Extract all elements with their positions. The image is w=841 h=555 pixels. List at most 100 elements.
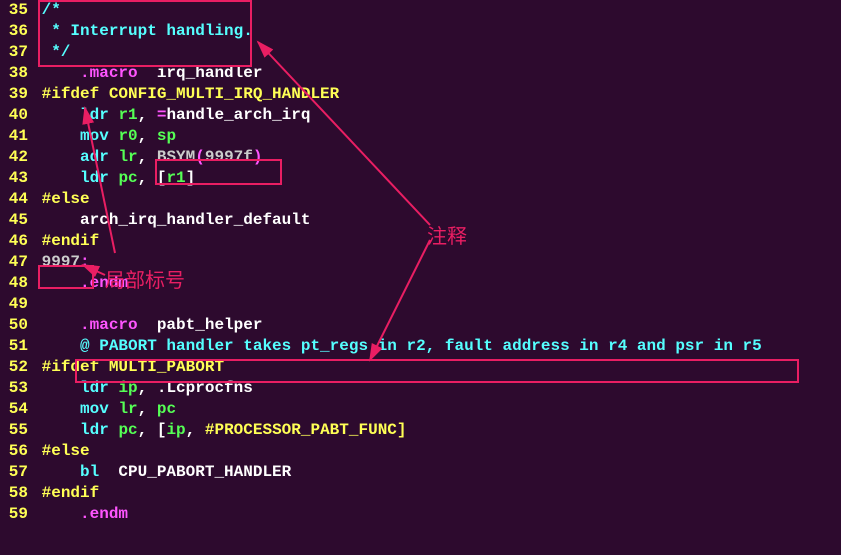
line-code: * Interrupt handling. bbox=[32, 21, 841, 42]
code-token: #endif bbox=[42, 484, 100, 502]
code-token: pc bbox=[118, 421, 137, 439]
code-token: .endm bbox=[80, 505, 128, 523]
line-number: 39 bbox=[0, 84, 32, 105]
line-number: 50 bbox=[0, 315, 32, 336]
code-token bbox=[32, 337, 80, 355]
line-code: #else bbox=[32, 189, 841, 210]
code-token: mov bbox=[80, 127, 109, 145]
code-line: 36 * Interrupt handling. bbox=[0, 21, 841, 42]
code-token: ldr bbox=[80, 169, 109, 187]
line-code: ldr pc, [ip, #PROCESSOR_PABT_FUNC] bbox=[32, 420, 841, 441]
code-token: , bbox=[186, 421, 205, 439]
line-number: 48 bbox=[0, 273, 32, 294]
code-line: 58 #endif bbox=[0, 483, 841, 504]
code-line: 50 .macro pabt_helper bbox=[0, 315, 841, 336]
code-token: lr bbox=[118, 400, 137, 418]
line-number: 53 bbox=[0, 378, 32, 399]
line-code: ldr pc, [r1] bbox=[32, 168, 841, 189]
line-code: */ bbox=[32, 42, 841, 63]
line-code: #ifdef MULTI_PABORT bbox=[32, 357, 841, 378]
code-token bbox=[109, 148, 119, 166]
code-line: 59 .endm bbox=[0, 504, 841, 525]
code-token: ] bbox=[186, 169, 196, 187]
code-line: 38 .macro irq_handler bbox=[0, 63, 841, 84]
code-token: #else bbox=[42, 442, 90, 460]
code-token: , [ bbox=[138, 169, 167, 187]
code-token bbox=[32, 400, 80, 418]
code-editor: 35 /*36 * Interrupt handling.37 */38 .ma… bbox=[0, 0, 841, 525]
code-token bbox=[32, 253, 42, 271]
code-line: 49 bbox=[0, 294, 841, 315]
line-code: mov lr, pc bbox=[32, 399, 841, 420]
line-number: 40 bbox=[0, 105, 32, 126]
line-number: 44 bbox=[0, 189, 32, 210]
code-token bbox=[109, 400, 119, 418]
line-number: 54 bbox=[0, 399, 32, 420]
line-number: 47 bbox=[0, 252, 32, 273]
line-code: #else bbox=[32, 441, 841, 462]
code-line: 55 ldr pc, [ip, #PROCESSOR_PABT_FUNC] bbox=[0, 420, 841, 441]
code-line: 39 #ifdef CONFIG_MULTI_IRQ_HANDLER bbox=[0, 84, 841, 105]
code-token: pc bbox=[157, 400, 176, 418]
code-token: : bbox=[80, 253, 90, 271]
line-number: 37 bbox=[0, 42, 32, 63]
code-token: BSYM bbox=[157, 148, 195, 166]
code-line: 56 #else bbox=[0, 441, 841, 462]
code-token: #PROCESSOR_PABT_FUNC] bbox=[205, 421, 407, 439]
line-code: .endm bbox=[32, 504, 841, 525]
code-token bbox=[32, 85, 42, 103]
code-line: 40 ldr r1, =handle_arch_irq bbox=[0, 105, 841, 126]
code-token: adr bbox=[80, 148, 109, 166]
line-number: 59 bbox=[0, 504, 32, 525]
code-token: */ bbox=[32, 43, 70, 61]
code-token: #endif bbox=[42, 232, 100, 250]
code-line: 53 ldr ip, .Lcprocfns bbox=[0, 378, 841, 399]
code-line: 41 mov r0, sp bbox=[0, 126, 841, 147]
code-token bbox=[32, 127, 80, 145]
line-code: @ PABORT handler takes pt_regs in r2, fa… bbox=[32, 336, 841, 357]
code-line: 35 /* bbox=[0, 0, 841, 21]
code-line: 51 @ PABORT handler takes pt_regs in r2,… bbox=[0, 336, 841, 357]
code-line: 46 #endif bbox=[0, 231, 841, 252]
code-token bbox=[32, 505, 80, 523]
code-token: , bbox=[138, 400, 157, 418]
code-token: 9997 bbox=[42, 253, 80, 271]
line-code: #ifdef CONFIG_MULTI_IRQ_HANDLER bbox=[32, 84, 841, 105]
code-token: /* bbox=[32, 1, 61, 19]
line-number: 36 bbox=[0, 21, 32, 42]
line-number: 55 bbox=[0, 420, 32, 441]
line-code: bl CPU_PABORT_HANDLER bbox=[32, 462, 841, 483]
code-token: * Interrupt handling. bbox=[32, 22, 253, 40]
line-code: /* bbox=[32, 0, 841, 21]
line-number: 42 bbox=[0, 147, 32, 168]
code-token: .macro bbox=[80, 316, 138, 334]
code-token bbox=[32, 442, 42, 460]
line-number: 51 bbox=[0, 336, 32, 357]
annotation-comment: 注释 bbox=[427, 220, 467, 249]
line-number: 57 bbox=[0, 462, 32, 483]
code-token: ( bbox=[195, 148, 205, 166]
code-token: , .Lcprocfns bbox=[138, 379, 253, 397]
code-line: 42 adr lr, BSYM(9997f) bbox=[0, 147, 841, 168]
code-token: lr bbox=[118, 148, 137, 166]
code-token: #else bbox=[42, 190, 90, 208]
code-token: arch_irq_handler_default bbox=[32, 211, 310, 229]
code-token bbox=[32, 190, 42, 208]
code-token: ) bbox=[253, 148, 263, 166]
code-token: handle_arch_irq bbox=[166, 106, 310, 124]
line-number: 52 bbox=[0, 357, 32, 378]
line-number: 35 bbox=[0, 0, 32, 21]
code-token: , bbox=[138, 106, 157, 124]
code-token bbox=[32, 106, 80, 124]
code-line: 52 #ifdef MULTI_PABORT bbox=[0, 357, 841, 378]
line-number: 43 bbox=[0, 168, 32, 189]
code-token: ldr bbox=[80, 379, 109, 397]
code-token: CPU_PABORT_HANDLER bbox=[99, 463, 291, 481]
code-token: #ifdef CONFIG_MULTI_IRQ_HANDLER bbox=[42, 85, 340, 103]
line-number: 58 bbox=[0, 483, 32, 504]
code-token bbox=[109, 169, 119, 187]
code-token: r1 bbox=[166, 169, 185, 187]
annotation-local-label: 局部标号 bbox=[105, 264, 185, 293]
line-number: 56 bbox=[0, 441, 32, 462]
code-token bbox=[32, 274, 80, 292]
